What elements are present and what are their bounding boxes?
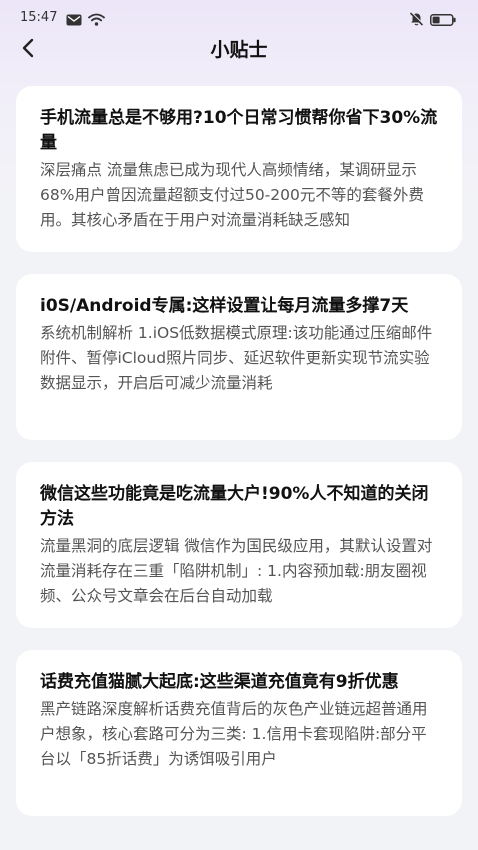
wifi-icon [88, 11, 105, 30]
tip-summary: 深层痛点 流量焦虑已成为现代人高频情绪，某调研显示68%用户曾因流量超额支付过5… [40, 161, 424, 229]
status-left-icons [66, 11, 105, 30]
tip-title: 话费充值猫腻大起底:这些渠道充值竟有9折优惠 [40, 672, 399, 692]
status-right-icons [409, 11, 456, 30]
tip-summary: 流量黑洞的底层逻辑 微信作为国民级应用，其默认设置对流量消耗存在三重「陷阱机制」… [40, 537, 433, 605]
tip-card[interactable]: 手机流量总是不够用?10个日常习惯帮你省下30%流量 深层痛点 流量焦虑已成为现… [16, 86, 462, 252]
tip-card[interactable]: i0S/Android专属:这样设置让每月流量多撑7天 系统机制解析 1.iOS… [16, 274, 462, 440]
tip-card[interactable]: 话费充值猫腻大起底:这些渠道充值竟有9折优惠 黑产链路深度解析话费充值背后的灰色… [16, 650, 462, 816]
tip-summary: 黑产链路深度解析话费充值背后的灰色产业链远超普通用户想象，核心套路可分为三类: … [40, 700, 428, 768]
page-title: 小贴士 [210, 39, 268, 61]
tip-card[interactable]: 微信这些功能竟是吃流量大户!90%人不知道的关闭方法 流量黑洞的底层逻辑 微信作… [16, 462, 462, 628]
status-time: 15:47 [20, 10, 58, 25]
tip-title: i0S/Android专属:这样设置让每月流量多撑7天 [40, 296, 409, 316]
tip-title: 微信这些功能竟是吃流量大户!90%人不知道的关闭方法 [40, 484, 429, 529]
status-bar: 15:47 [0, 0, 478, 36]
message-icon [66, 11, 82, 30]
tip-title: 手机流量总是不够用?10个日常习惯帮你省下30%流量 [40, 108, 438, 153]
tip-summary: 系统机制解析 1.iOS低数据模式原理:该功能通过压缩邮件附件、暂停iCloud… [40, 324, 433, 392]
nav-bar: 小贴士 [0, 34, 478, 66]
battery-icon [430, 11, 456, 30]
notification-off-icon [409, 11, 424, 30]
tip-list: 手机流量总是不够用?10个日常习惯帮你省下30%流量 深层痛点 流量焦虑已成为现… [16, 86, 462, 838]
